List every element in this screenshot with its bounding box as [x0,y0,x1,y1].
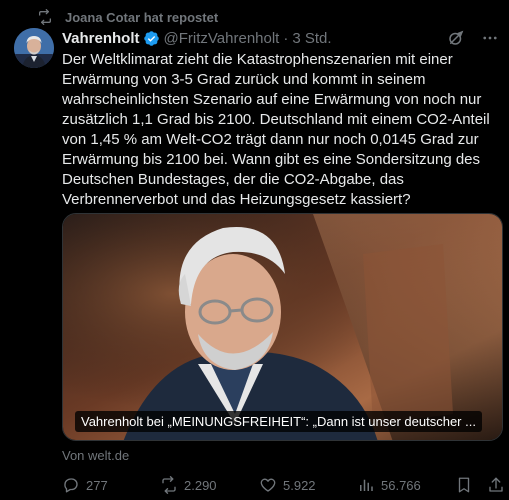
repost-button[interactable]: 2.290 [160,476,217,494]
repost-count: 2.290 [184,477,217,493]
tweet-text: Der Weltklimarat zieht die Katastrophens… [62,50,502,210]
tweet-text-line: Deutschen Bundestages, der die CO2-Abgab… [62,171,404,188]
media-card[interactable]: Vahrenholt bei „MEINUNGSFREIHEIT“: „Dann… [62,213,503,441]
share-button[interactable] [487,476,505,494]
reply-count: 277 [86,477,108,493]
share-icon [489,477,503,492]
media-caption: Vahrenholt bei „MEINUNGSFREIHEIT“: „Dann… [75,411,482,432]
grok-icon[interactable] [447,29,465,47]
reply-button[interactable]: 277 [62,476,108,494]
repost-indicator[interactable]: Joana Cotar hat repostet [37,8,218,26]
tweet-text-line: wahrscheinlichsten Szenario auf eine Erw… [62,91,482,108]
view-count: 56.766 [381,477,421,493]
tweet-text-line: Verbrennerverbot und das Heizungsgesetz … [62,191,411,208]
author-name[interactable]: Vahrenholt [62,30,140,47]
heart-icon [260,478,276,492]
bookmark-icon [458,477,470,493]
tweet-text-line: Erwärmung bis 2100 bei. Wann gibt es ein… [62,151,481,168]
repost-action-icon [162,476,176,494]
tweet-text-line: von 1,45 % am Welt-CO2 trägt dann nur no… [62,131,479,148]
tweet-timestamp[interactable]: 3 Std. [292,30,331,47]
reply-icon [64,478,78,493]
more-options-icon[interactable] [481,29,499,47]
tweet-text-line: Der Weltklimarat zieht die Katastrophens… [62,51,453,68]
header-separator: · [283,29,289,47]
like-count: 5.922 [283,477,316,493]
verified-badge-icon [143,30,160,47]
bookmark-button[interactable] [455,476,473,494]
tweet-actions: 277 2.290 5.922 56.766 [62,476,505,496]
like-button[interactable]: 5.922 [259,476,316,494]
views-chart-icon [360,479,373,491]
tweet-header: Vahrenholt @FritzVahrenholt · 3 Std. [62,28,499,48]
tweet-text-line: Erwärmung von 3-5 Grad zurück und kommt … [62,71,426,88]
views-button[interactable]: 56.766 [357,476,421,494]
video-thumbnail [63,214,502,440]
repost-icon [39,9,51,25]
author-handle[interactable]: @FritzVahrenholt [164,30,280,47]
repost-label: Joana Cotar hat repostet [65,9,219,25]
author-avatar[interactable] [14,28,54,68]
media-source[interactable]: Von welt.de [62,448,129,463]
tweet-text-line: zusätzlich 1,1 Grad bis 2100. Deutschlan… [62,111,490,128]
